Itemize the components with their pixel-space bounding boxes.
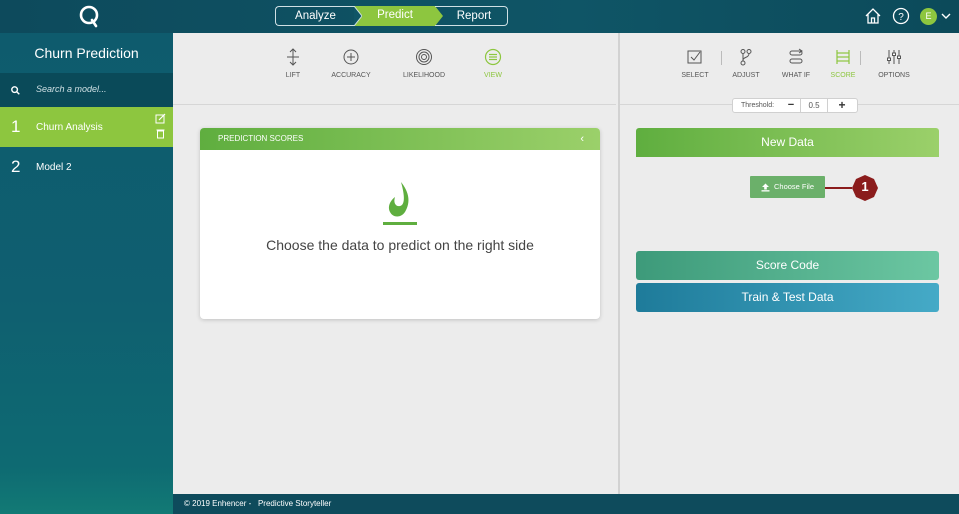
svg-text:?: ? (898, 12, 904, 23)
new-data-label: New Data (761, 135, 814, 149)
model-item-model-2[interactable]: 2 Model 2 (0, 147, 173, 187)
step-analyze[interactable]: Analyze (275, 6, 355, 26)
chevron-down-icon[interactable] (941, 12, 951, 20)
what-if-icon (789, 48, 803, 64)
toolbar-divider (860, 51, 861, 65)
collapse-icon[interactable]: ‹ (580, 128, 584, 150)
tool-accuracy-label: ACCURACY (331, 72, 371, 79)
tool-options-label: OPTIONS (878, 72, 910, 79)
accuracy-icon (343, 49, 359, 65)
score-icon (836, 50, 850, 64)
prediction-panel: LIFT ACCURACY LIKELIHOOD VIEW PREDICTION… (173, 33, 616, 494)
lift-icon (287, 48, 299, 66)
likelihood-icon (416, 49, 432, 65)
workflow-steps: Analyze Predict Report (275, 6, 508, 26)
sidebar: Churn Prediction Search a model... 1 Chu… (0, 33, 173, 514)
model-number: 1 (11, 117, 21, 136)
new-data-section-header[interactable]: New Data (636, 128, 939, 157)
top-right-controls: ? E (864, 7, 951, 25)
step-predict-label: Predict (377, 9, 413, 21)
home-icon[interactable] (864, 7, 882, 25)
threshold-increase-button[interactable]: + (833, 99, 851, 112)
tool-view[interactable]: VIEW (463, 48, 523, 79)
tool-likelihood[interactable]: LIKELIHOOD (394, 48, 454, 79)
choose-file-label: Choose File (773, 182, 815, 191)
score-code-label: Score Code (755, 258, 820, 272)
card-title: PREDICTION SCORES (218, 134, 304, 143)
user-avatar[interactable]: E (920, 7, 937, 25)
tool-accuracy[interactable]: ACCURACY (321, 48, 381, 79)
select-icon (687, 50, 702, 64)
step-predict[interactable]: Predict (354, 6, 443, 26)
step-left-chevron-icon (354, 6, 362, 26)
threshold-value-input[interactable]: 0.5 (800, 99, 828, 112)
model-item-churn-analysis[interactable]: 1 Churn Analysis (0, 107, 173, 147)
tool-adjust-label: ADJUST (732, 72, 760, 79)
help-icon[interactable]: ? (892, 7, 910, 25)
footer-text: © 2019 Enhencer - Predictive Storyteller (184, 499, 332, 508)
train-test-data-button[interactable]: Train & Test Data (636, 283, 939, 312)
model-search[interactable]: Search a model... (0, 73, 173, 107)
prediction-scores-card: PREDICTION SCORES ‹ Choose the data to p… (200, 128, 600, 319)
analysis-toolbar: LIFT ACCURACY LIKELIHOOD VIEW (173, 33, 616, 105)
options-icon (887, 50, 901, 64)
threshold-decrease-button[interactable]: − (783, 99, 799, 112)
tool-view-label: VIEW (484, 72, 502, 79)
search-input[interactable]: Search a model... (36, 84, 107, 94)
edit-icon[interactable] (155, 113, 166, 124)
model-actions (155, 113, 166, 139)
upload-icon (761, 183, 770, 192)
model-name: Churn Analysis (36, 122, 103, 133)
flame-icon (383, 182, 417, 225)
choose-file-button[interactable]: Choose File (750, 176, 825, 198)
empty-state-message: Choose the data to predict on the right … (266, 237, 534, 253)
top-bar: Analyze Predict Report ? E (0, 0, 959, 33)
view-icon (484, 48, 502, 66)
tool-lift[interactable]: LIFT (263, 48, 323, 79)
step-report-label: Report (456, 10, 492, 22)
score-code-button[interactable]: Score Code (636, 251, 939, 280)
callout-pointer (825, 187, 852, 189)
delete-icon[interactable] (155, 128, 166, 139)
tool-options[interactable]: OPTIONS (864, 48, 924, 79)
data-panel: SELECT ADJUST WHAT IF SCORE OPTIONS Thre… (618, 33, 959, 494)
callout-number: 1 (861, 179, 869, 194)
card-header: PREDICTION SCORES ‹ (200, 128, 600, 150)
model-number: 2 (11, 157, 21, 176)
tool-select-label: SELECT (681, 72, 709, 79)
tool-what-if-label: WHAT IF (781, 72, 811, 79)
threshold-label: Threshold: (741, 102, 775, 109)
project-title: Churn Prediction (34, 45, 139, 61)
tool-likelihood-label: LIKELIHOOD (402, 72, 445, 79)
tool-score-label: SCORE (830, 72, 856, 79)
step-report[interactable]: Report (435, 6, 508, 26)
footer: © 2019 Enhencer - Predictive Storyteller (173, 494, 959, 514)
train-test-label: Train & Test Data (741, 290, 834, 304)
threshold-control: Threshold: − 0.5 + (732, 98, 858, 113)
step-analyze-label: Analyze (295, 10, 336, 22)
score-toolbar: SELECT ADJUST WHAT IF SCORE OPTIONS (620, 33, 959, 105)
search-icon (11, 86, 20, 95)
tool-lift-label: LIFT (285, 72, 301, 79)
app-logo[interactable] (78, 4, 100, 28)
model-name: Model 2 (36, 162, 72, 173)
adjust-icon (740, 49, 752, 66)
